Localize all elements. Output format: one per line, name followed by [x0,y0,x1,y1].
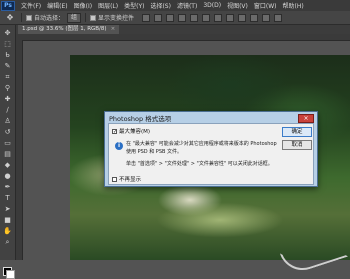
dialog-body: ✓ 最大兼容(M) i 在 "最大兼容" 可能会减少对其它应用程序或将来版本的 … [108,123,314,185]
align-center-icon[interactable] [190,13,199,22]
maximize-compatibility-row: ✓ 最大兼容(M) [112,127,150,135]
document-tab-label: 1.psd @ 33.6% (图层 1, RGB/8) [22,26,107,32]
history-brush-icon[interactable]: ↺ [3,128,12,137]
maximize-compatibility-checkbox[interactable]: ✓ [112,128,117,134]
divider [21,13,22,22]
auto-select-dropdown[interactable]: 组 [67,12,82,23]
align-middle-icon[interactable] [154,13,163,22]
info-icon: i [115,142,123,150]
distribute-right-icon[interactable] [274,13,283,22]
tools-panel: ✥ ⬚ ᑲ ✎ ⌗ ⚲ ✚ ∕ ♙ ↺ ▭ ▤ ◆ ● ✒ T ➤ ■ ✋ ⌕ [0,25,16,279]
move-tool-icon[interactable]: ✥ [3,29,12,38]
align-left-icon[interactable] [178,13,187,22]
path-select-icon[interactable]: ➤ [3,205,12,214]
divider [85,13,87,22]
brush-tool-icon[interactable]: ∕ [3,106,12,115]
document-tab[interactable]: 1.psd @ 33.6% (图层 1, RGB/8) × [18,25,120,34]
menu-image[interactable]: 图像(I) [74,1,92,10]
background-color-swatch[interactable] [6,270,15,279]
distribute-middle-icon[interactable] [226,13,235,22]
lasso-tool-icon[interactable]: ᑲ [3,51,12,60]
align-right-icon[interactable] [202,13,211,22]
pen-tool-icon[interactable]: ✒ [3,183,12,192]
ok-button[interactable]: 确定 [282,127,312,137]
blur-tool-icon[interactable]: ◆ [3,161,12,170]
dialog-title: Photoshop 格式选项 [109,115,172,123]
auto-select-checkbox[interactable] [26,14,32,21]
close-icon[interactable]: × [298,114,314,123]
menu-type[interactable]: 类型(Y) [124,1,144,10]
maximize-compatibility-label: 最大兼容(M) [119,129,151,135]
close-icon[interactable]: × [111,26,116,32]
dont-show-again-label: 不再显示 [119,177,142,183]
shape-tool-icon[interactable]: ■ [3,216,12,225]
message-line-2: 使用 PSD 和 PSB 文件。 [126,149,183,155]
menu-filter[interactable]: 滤镜(T) [177,1,197,10]
clone-stamp-icon[interactable]: ♙ [3,117,12,126]
align-buttons [142,13,283,22]
menu-bar: Ps 文件(F) 编辑(E) 图像(I) 图层(L) 类型(Y) 选择(S) 滤… [0,0,350,11]
menu-select[interactable]: 选择(S) [150,1,171,10]
marquee-tool-icon[interactable]: ⬚ [3,40,12,49]
quick-select-icon[interactable]: ✎ [3,62,12,71]
zoom-tool-icon[interactable]: ⌕ [3,238,12,247]
move-tool-icon[interactable]: ✥ [3,13,17,23]
menu-3d[interactable]: 3D(D) [203,2,221,9]
cancel-button[interactable]: 取消 [282,140,312,150]
photoshop-format-options-dialog: Photoshop 格式选项 × ✓ 最大兼容(M) i 在 "最大兼容" 可能… [104,111,318,187]
menu-help[interactable]: 帮助(H) [283,1,304,10]
message-line-1: 在 "最大兼容" 可能会减少对其它应用程序或将来版本的 Photoshop [126,141,277,147]
road-shape [279,233,349,277]
horizontal-ruler [16,34,350,41]
auto-select-label: 自动选择： [34,15,65,22]
align-top-icon[interactable] [142,13,151,22]
distribute-left-icon[interactable] [250,13,259,22]
menu-window[interactable]: 窗口(W) [254,1,277,10]
healing-brush-icon[interactable]: ✚ [3,95,12,104]
show-transform-label: 显示变换控件 [98,15,135,22]
options-bar: ✥ 自动选择： 组 显示变换控件 [0,11,350,25]
eraser-icon[interactable]: ▭ [3,139,12,148]
distribute-bottom-icon[interactable] [238,13,247,22]
crop-tool-icon[interactable]: ⌗ [3,73,12,82]
message-line-3: 单击 "首选项" > "文件处理" > "文件兼容性" 可以关闭此对话框。 [126,161,273,167]
dodge-tool-icon[interactable]: ● [3,172,12,181]
document-tab-bar: 1.psd @ 33.6% (图层 1, RGB/8) × [16,25,350,34]
type-tool-icon[interactable]: T [3,194,12,203]
distribute-center-icon[interactable] [262,13,271,22]
vertical-ruler [16,40,23,260]
menu-layer[interactable]: 图层(L) [98,1,118,10]
menu-edit[interactable]: 编辑(E) [47,1,67,10]
gradient-icon[interactable]: ▤ [3,150,12,159]
align-bottom-icon[interactable] [166,13,175,22]
distribute-top-icon[interactable] [214,13,223,22]
dont-show-again-checkbox[interactable] [112,176,117,182]
menu-file[interactable]: 文件(F) [21,1,41,10]
photoshop-logo-icon[interactable]: Ps [1,0,15,11]
show-transform-checkbox[interactable] [90,14,97,21]
eyedropper-icon[interactable]: ⚲ [3,84,12,93]
hand-tool-icon[interactable]: ✋ [3,227,12,236]
menu-view[interactable]: 视图(V) [227,1,248,10]
dont-show-again-row: 不再显示 [112,175,141,183]
